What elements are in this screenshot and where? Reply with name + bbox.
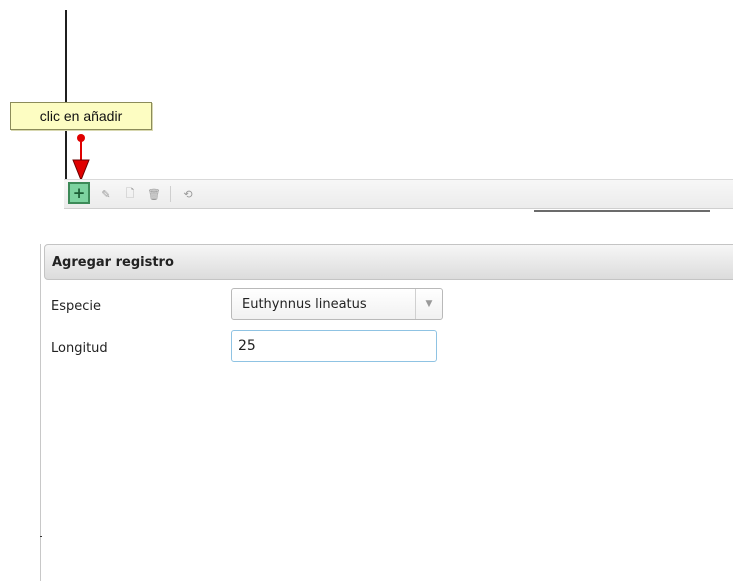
trash-icon: 🗑: [147, 187, 161, 201]
plus-icon: +: [72, 184, 86, 202]
callout-text: clic en añadir: [39, 108, 123, 124]
length-label: Longitud: [51, 341, 108, 356]
view-button[interactable]: 🗋: [120, 183, 140, 205]
toolbar-underline: [534, 210, 710, 212]
refresh-button[interactable]: ⟲: [178, 183, 198, 205]
add-record-form: Agregar registro Especie Euthynnus linea…: [40, 244, 733, 581]
add-button[interactable]: +: [68, 182, 90, 204]
document-icon: 🗋: [125, 186, 135, 200]
tooltip-callout: clic en añadir: [10, 102, 152, 130]
refresh-icon: ⟲: [183, 187, 193, 201]
form-title: Agregar registro: [44, 244, 733, 280]
species-label: Especie: [51, 299, 101, 314]
edit-button[interactable]: ✎: [96, 183, 116, 205]
pencil-icon: ✎: [101, 187, 111, 201]
toolbar-separator: [170, 186, 171, 202]
species-select[interactable]: Euthynnus lineatus ▼: [231, 288, 443, 320]
vertical-divider: [65, 10, 67, 179]
delete-button[interactable]: 🗑: [144, 183, 164, 205]
species-value: Euthynnus lineatus: [242, 296, 367, 312]
length-input[interactable]: [231, 330, 437, 362]
grid-toolbar: + ✎ 🗋 🗑 ⟲: [64, 179, 733, 209]
edge-mark: [40, 536, 42, 537]
chevron-down-icon[interactable]: ▼: [415, 289, 442, 319]
